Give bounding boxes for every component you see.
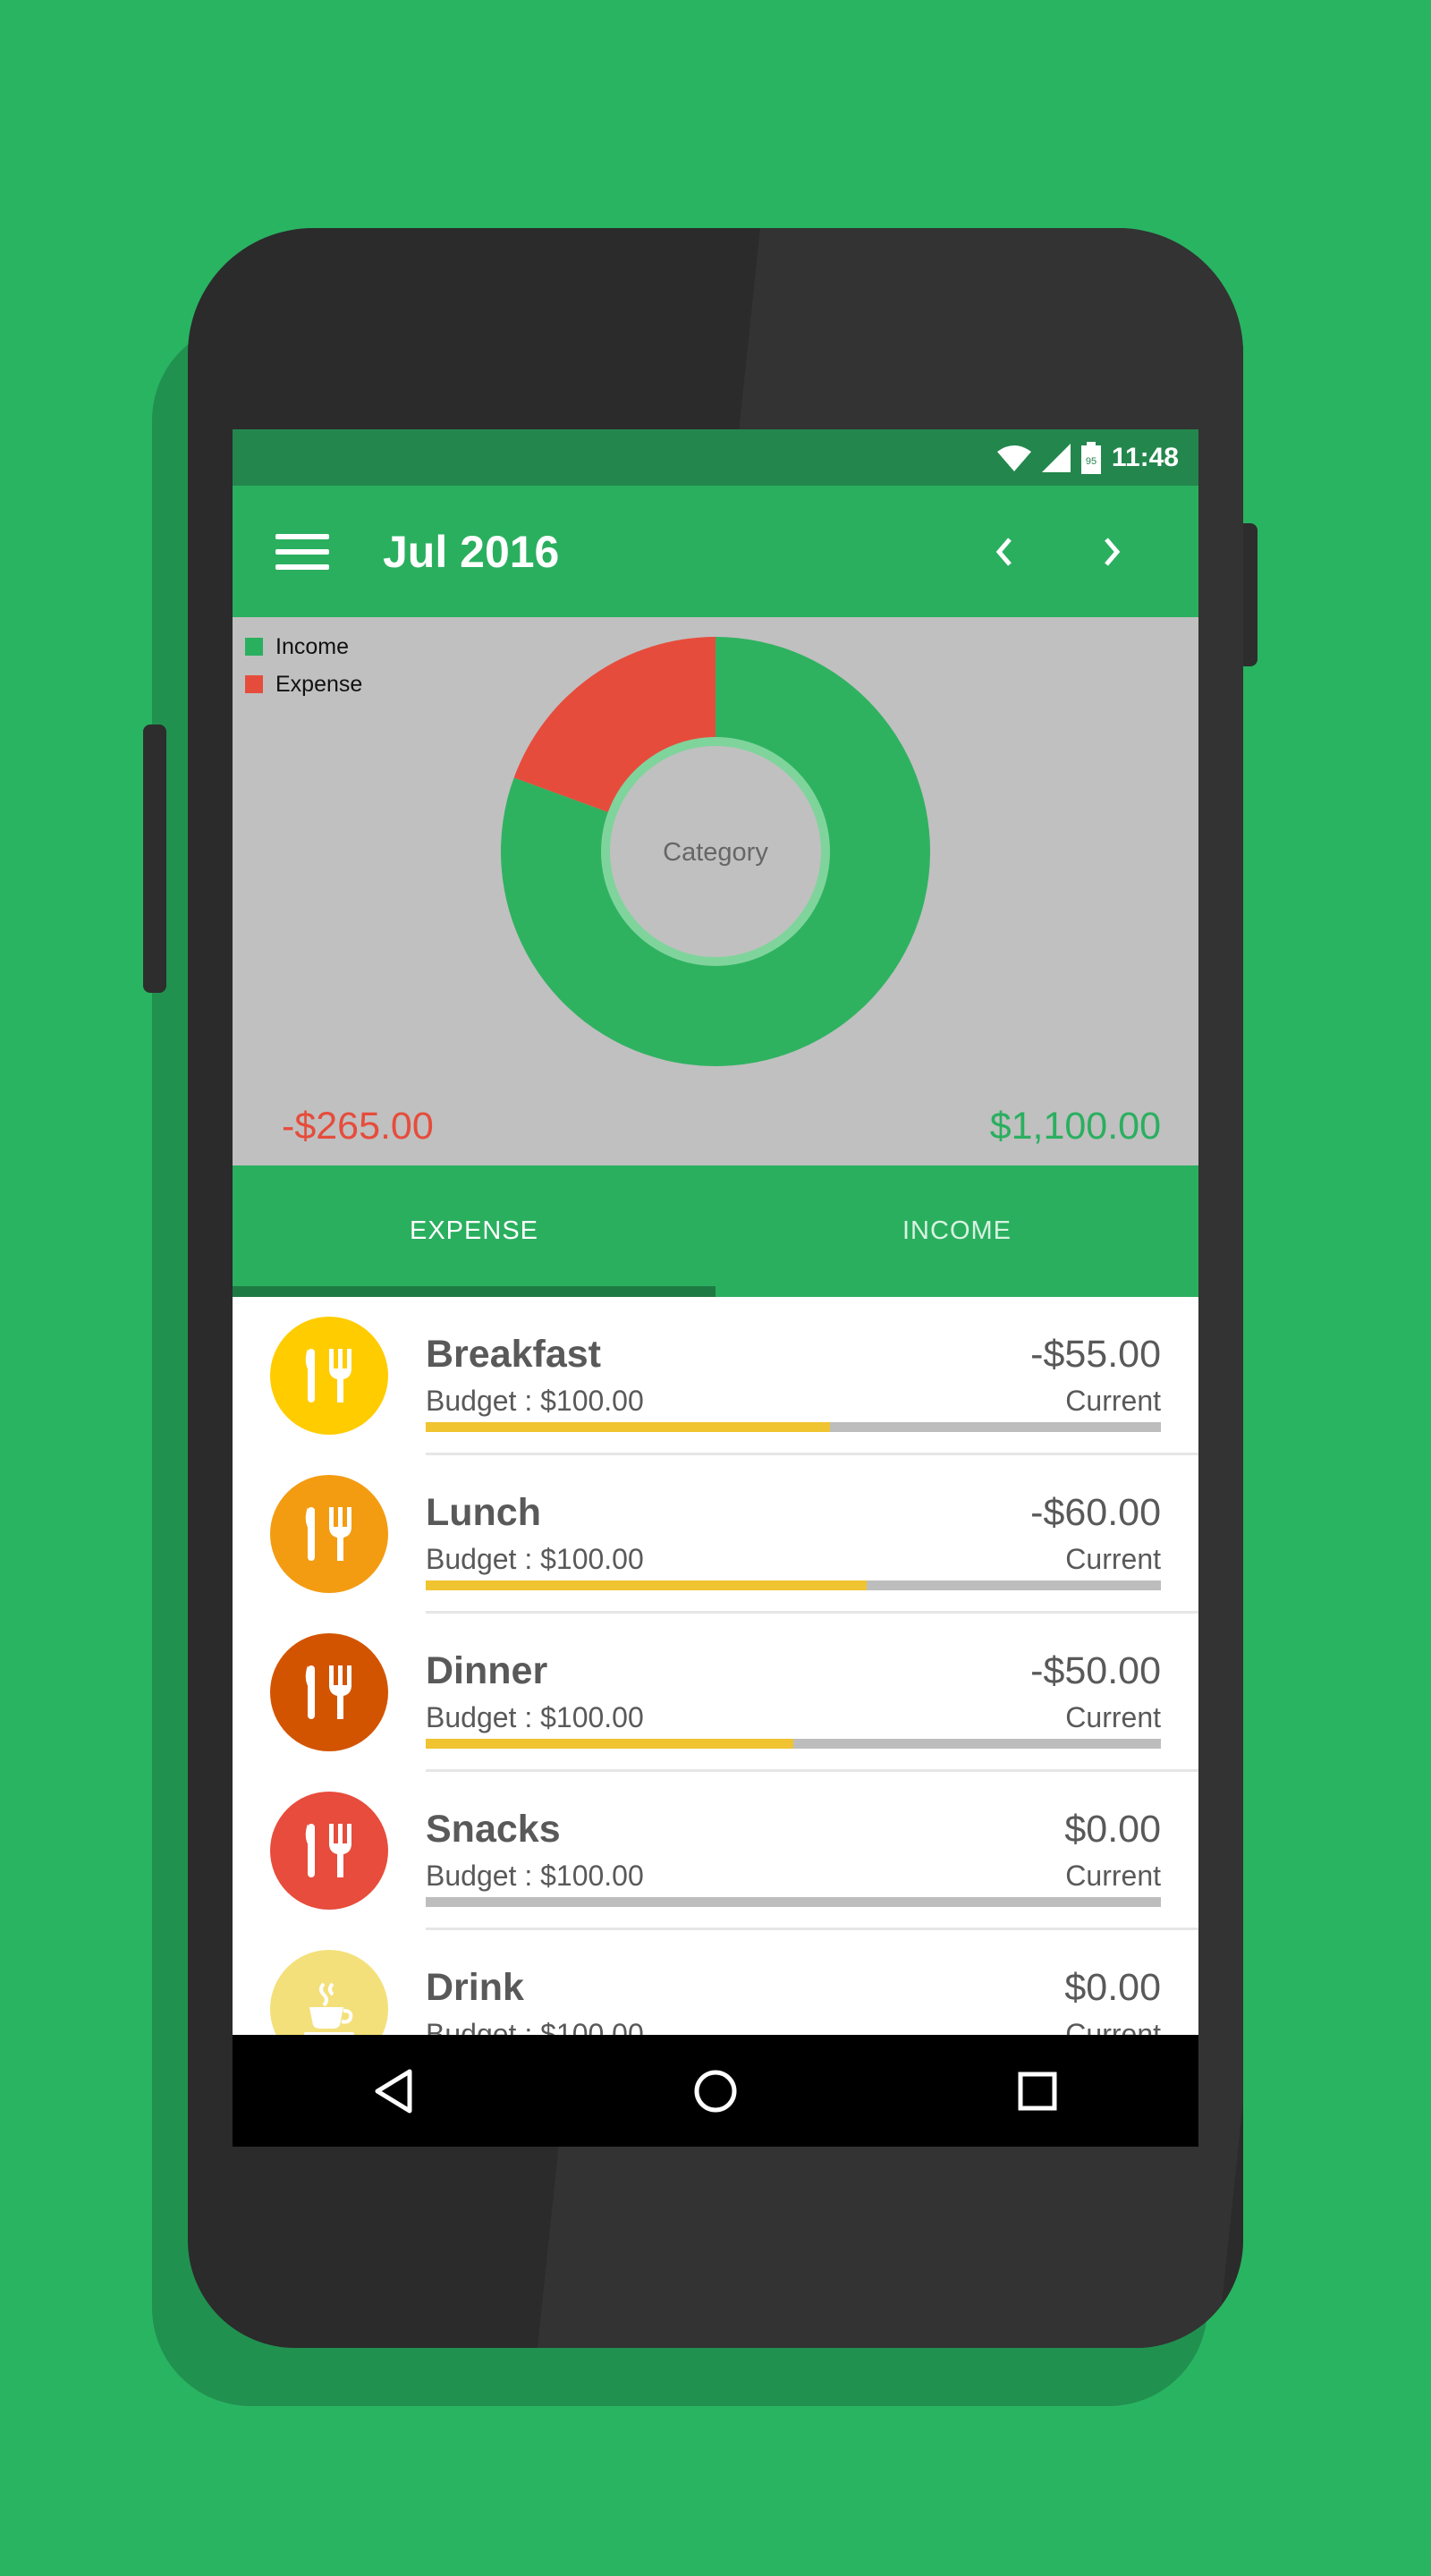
- budget-progress-fill: [426, 1422, 831, 1432]
- tab-expense[interactable]: EXPENSE: [233, 1165, 716, 1297]
- list-item[interactable]: Lunch -$60.00 Budget : $100.00 Current: [233, 1455, 1198, 1614]
- legend-swatch-income: [245, 638, 263, 656]
- tab-bar: EXPENSE INCOME: [233, 1165, 1198, 1297]
- category-name: Drink: [426, 1966, 524, 2009]
- budget-progress-bar: [426, 1897, 1161, 1907]
- budget-progress-fill: [426, 1580, 868, 1590]
- category-status: Current: [1065, 1385, 1161, 1417]
- tab-income[interactable]: INCOME: [716, 1165, 1198, 1297]
- chevron-right-icon[interactable]: [1086, 525, 1139, 579]
- category-name: Dinner: [426, 1649, 548, 1692]
- signal-icon: [1041, 443, 1071, 472]
- list-item[interactable]: Dinner -$50.00 Budget : $100.00 Current: [233, 1614, 1198, 1772]
- category-amount: $0.00: [1064, 1966, 1161, 2009]
- category-amount: -$60.00: [1030, 1491, 1161, 1534]
- category-amount: -$55.00: [1030, 1333, 1161, 1376]
- fork-knife-icon: [270, 1475, 388, 1593]
- total-income: $1,100.00: [989, 1105, 1161, 1148]
- app-bar: Jul 2016: [233, 486, 1198, 617]
- category-status: Current: [1065, 1543, 1161, 1575]
- legend-label: Expense: [275, 671, 363, 697]
- category-name: Snacks: [426, 1808, 561, 1851]
- budget-progress-fill: [426, 1739, 793, 1749]
- page-title: Jul 2016: [383, 526, 560, 577]
- phone-screen: 95 11:48 Jul 2016 Income Expense Categor…: [233, 429, 1198, 2147]
- category-name: Lunch: [426, 1491, 541, 1534]
- category-budget: Budget : $100.00: [426, 1701, 644, 1733]
- category-budget: Budget : $100.00: [426, 1543, 644, 1575]
- wifi-icon: [996, 445, 1031, 471]
- legend-item-income: Income: [245, 628, 362, 665]
- back-icon[interactable]: [353, 2051, 434, 2131]
- list-item[interactable]: Breakfast -$55.00 Budget : $100.00 Current: [233, 1297, 1198, 1455]
- budget-progress-bar: [426, 1580, 1161, 1590]
- category-budget: Budget : $100.00: [426, 1860, 644, 1892]
- category-name: Breakfast: [426, 1333, 601, 1376]
- chevron-left-icon[interactable]: [977, 525, 1030, 579]
- hamburger-menu-icon[interactable]: [275, 533, 329, 570]
- volume-button: [143, 724, 166, 993]
- category-amount: -$50.00: [1030, 1649, 1161, 1692]
- category-amount: $0.00: [1064, 1808, 1161, 1851]
- chart-area: Income Expense Category -$265.00 $1,100.…: [233, 617, 1198, 1165]
- legend-label: Income: [275, 633, 349, 659]
- system-nav-bar: [233, 2035, 1198, 2147]
- budget-progress-bar: [426, 1739, 1161, 1749]
- donut-chart[interactable]: Category: [501, 637, 930, 1066]
- home-icon[interactable]: [675, 2051, 756, 2131]
- donut-center-label: Category: [663, 838, 768, 867]
- battery-icon: 95: [1080, 441, 1101, 474]
- status-time: 11:48: [1111, 442, 1179, 472]
- legend-swatch-expense: [245, 675, 263, 693]
- category-status: Current: [1065, 1860, 1161, 1892]
- fork-knife-icon: [270, 1633, 388, 1751]
- svg-text:95: 95: [1086, 456, 1097, 467]
- budget-progress-bar: [426, 1422, 1161, 1432]
- category-status: Current: [1065, 1701, 1161, 1733]
- list-item[interactable]: Snacks $0.00 Budget : $100.00 Current: [233, 1772, 1198, 1930]
- tab-indicator: [233, 1286, 716, 1297]
- category-budget: Budget : $100.00: [426, 1385, 644, 1417]
- fork-knife-icon: [270, 1792, 388, 1910]
- recents-icon[interactable]: [997, 2051, 1078, 2131]
- fork-knife-icon: [270, 1317, 388, 1435]
- status-bar: 95 11:48: [233, 429, 1198, 486]
- legend-item-expense: Expense: [245, 665, 362, 703]
- chart-legend: Income Expense: [245, 628, 362, 703]
- total-expense: -$265.00: [282, 1105, 434, 1148]
- category-list[interactable]: Breakfast -$55.00 Budget : $100.00 Current L…: [233, 1297, 1198, 2089]
